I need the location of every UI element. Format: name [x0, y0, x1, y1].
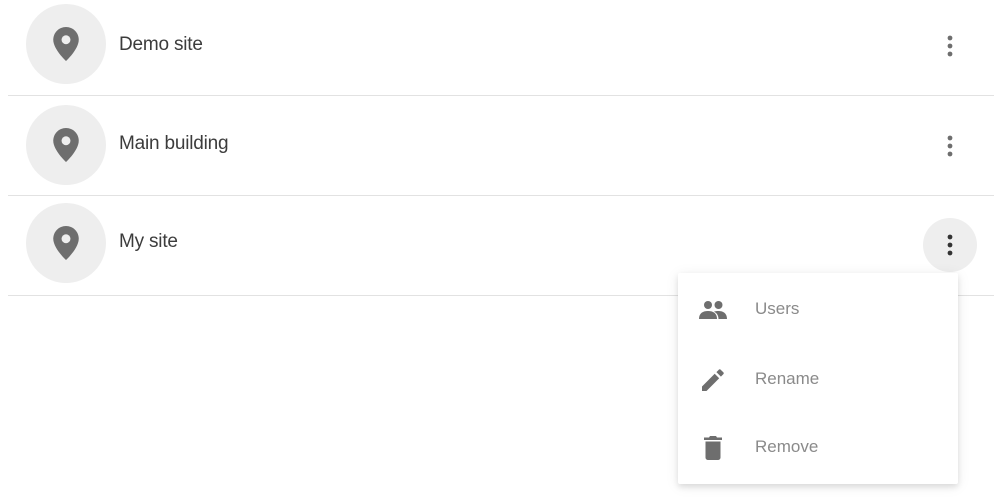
more-vertical-icon: [947, 35, 953, 57]
users-icon: [699, 296, 727, 324]
more-options-button[interactable]: [923, 119, 977, 173]
pencil-icon: [699, 366, 727, 394]
more-vertical-icon: [947, 135, 953, 157]
site-name: My site: [119, 231, 178, 252]
trash-icon: [699, 434, 727, 462]
menu-item-label: Remove: [755, 437, 819, 456]
more-options-button[interactable]: [923, 19, 977, 73]
location-pin-icon: [53, 226, 79, 260]
menu-item-label: Users: [755, 299, 800, 318]
menu-item-rename[interactable]: Rename: [678, 351, 958, 407]
site-avatar: [26, 105, 106, 185]
site-avatar: [26, 203, 106, 283]
location-pin-icon: [53, 27, 79, 61]
site-avatar: [26, 4, 106, 84]
more-vertical-icon: [947, 234, 953, 256]
menu-item-label: Rename: [755, 369, 820, 388]
site-row-demo-site[interactable]: Demo site: [8, 0, 994, 96]
location-pin-icon: [53, 128, 79, 162]
more-options-button[interactable]: [923, 218, 977, 272]
site-name: Main building: [119, 133, 229, 154]
menu-item-remove[interactable]: Remove: [678, 419, 958, 475]
site-row-main-building[interactable]: Main building: [8, 96, 994, 196]
site-name: Demo site: [119, 34, 203, 55]
site-list: Demo site Main building My site: [8, 0, 994, 296]
menu-item-users[interactable]: Users: [678, 281, 958, 337]
site-context-menu: Users Rename Remove: [678, 273, 958, 484]
